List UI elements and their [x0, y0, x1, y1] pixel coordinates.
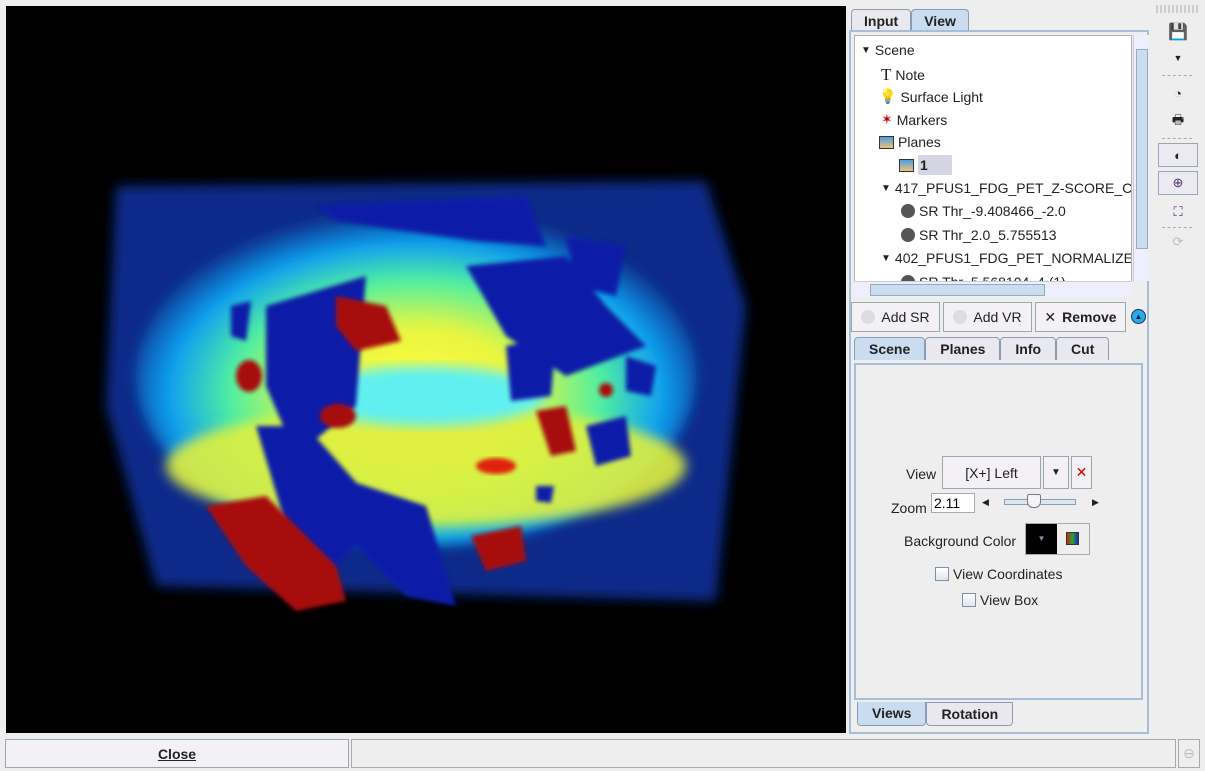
zoom-decrease-icon[interactable]: ◀ [982, 497, 989, 508]
print-icon[interactable]: 🖶 [1158, 110, 1198, 134]
checkbox-icon[interactable] [935, 567, 949, 581]
scene-tree: ▼ Scene T Note 💡 Surface Light ✶ Markers Pla… [854, 35, 1132, 297]
zoom-increase-icon[interactable]: ▶ [1092, 497, 1099, 508]
view-panel: ▼ Scene T Note 💡 Surface Light ✶ Markers Pla… [849, 30, 1149, 734]
tab-info[interactable]: Info [1000, 337, 1057, 360]
tree-item-markers[interactable]: ✶ Markers [881, 111, 947, 128]
cube-icon [879, 135, 894, 149]
zoom-label: Zoom [891, 500, 927, 516]
sphere-icon [861, 310, 876, 324]
tree-item-planes[interactable]: Planes [879, 134, 941, 150]
palette-icon[interactable] [1066, 532, 1079, 545]
tree-horizontal-scrollbar[interactable] [854, 281, 1132, 297]
tree-item-sr-neg[interactable]: SR Thr_-9.408466_-2.0 [901, 203, 1066, 219]
3d-render [106, 181, 746, 611]
tab-input[interactable]: Input [851, 9, 912, 31]
tab-view[interactable]: View [911, 9, 969, 31]
axes-icon: ✶ [881, 111, 893, 127]
triangle-down-icon[interactable]: ▼ [881, 253, 891, 264]
tree-item-note[interactable]: T Note [881, 65, 925, 85]
status-indicator-icon[interactable]: ⊖ [1178, 739, 1200, 768]
tree-item-zscore[interactable]: ▼ 417_PFUS1_FDG_PET_Z-SCORE_C [881, 180, 1131, 196]
contrast-icon[interactable]: ◐ [1158, 143, 1198, 167]
triangle-down-icon[interactable]: ▼ [861, 45, 871, 56]
remove-button[interactable]: ✕ Remove [1035, 302, 1126, 332]
collapse-up-icon[interactable]: ▲ [1131, 309, 1146, 324]
tree-item-sr-pos[interactable]: SR Thr_2.0_5.755513 [901, 227, 1057, 243]
scene-settings: View [X+] Left ▼ ✕ Zoom ◀ ▶ Background C… [854, 363, 1143, 700]
close-button[interactable]: Close [5, 739, 349, 768]
triangle-down-icon[interactable]: ▼ [881, 183, 891, 194]
tree-item-normalized[interactable]: ▼ 402_PFUS1_FDG_PET_NORMALIZE [881, 250, 1131, 266]
view-coordinates-checkbox[interactable]: View Coordinates [935, 566, 1062, 582]
chevron-down-icon[interactable]: ▼ [1043, 456, 1069, 489]
3d-viewport[interactable] [6, 6, 846, 733]
save-icon[interactable]: 💾 [1158, 20, 1198, 44]
sync-icon[interactable]: ⟳ [1158, 230, 1198, 254]
sphere-icon [901, 204, 915, 218]
add-vr-button[interactable]: Add VR [943, 302, 1032, 332]
background-color-picker[interactable]: ▼ [1025, 523, 1090, 555]
zoom-input[interactable] [931, 493, 975, 513]
checkbox-icon[interactable] [962, 593, 976, 607]
cube-icon [899, 158, 914, 172]
zoom-in-icon[interactable]: ⊕ [1158, 171, 1198, 195]
tab-scene[interactable]: Scene [854, 337, 926, 360]
scene-subtabs: Scene Planes Info Cut [854, 337, 1110, 360]
tree-item-plane-1[interactable]: 1 [899, 155, 952, 175]
tab-cut[interactable]: Cut [1056, 337, 1110, 360]
panel-tabs: Input View [851, 9, 969, 31]
sphere-icon [901, 228, 915, 242]
clear-view-icon[interactable]: ✕ [1071, 456, 1092, 489]
tab-views[interactable]: Views [857, 702, 927, 726]
toolbar-grip[interactable] [1156, 5, 1200, 13]
view-select[interactable]: [X+] Left [942, 456, 1041, 489]
text-T-icon: T [881, 65, 892, 84]
background-color-label: Background Color [904, 533, 1017, 549]
tree-vertical-scrollbar[interactable] [1133, 35, 1149, 281]
view-box-checkbox[interactable]: View Box [962, 592, 1038, 608]
view-label: View [906, 466, 937, 482]
add-sr-button[interactable]: Add SR [851, 302, 940, 332]
tree-item-surface-light[interactable]: 💡 Surface Light [879, 88, 983, 105]
tree-item-scene[interactable]: ▼ Scene [861, 42, 915, 58]
cloud-icon [953, 310, 968, 324]
tab-rotation[interactable]: Rotation [926, 702, 1014, 726]
status-bar [351, 739, 1176, 768]
zoom-slider[interactable] [1004, 494, 1076, 508]
fit-icon[interactable]: ⛶ [1158, 200, 1198, 224]
camera-icon[interactable]: ◔ [1158, 81, 1198, 105]
dropdown-icon[interactable]: ▼ [1158, 46, 1198, 70]
bottom-tabs: Views Rotation [857, 702, 1014, 726]
tab-planes[interactable]: Planes [925, 337, 1001, 360]
close-icon: ✕ [1044, 308, 1057, 325]
lightbulb-icon: 💡 [879, 88, 897, 104]
